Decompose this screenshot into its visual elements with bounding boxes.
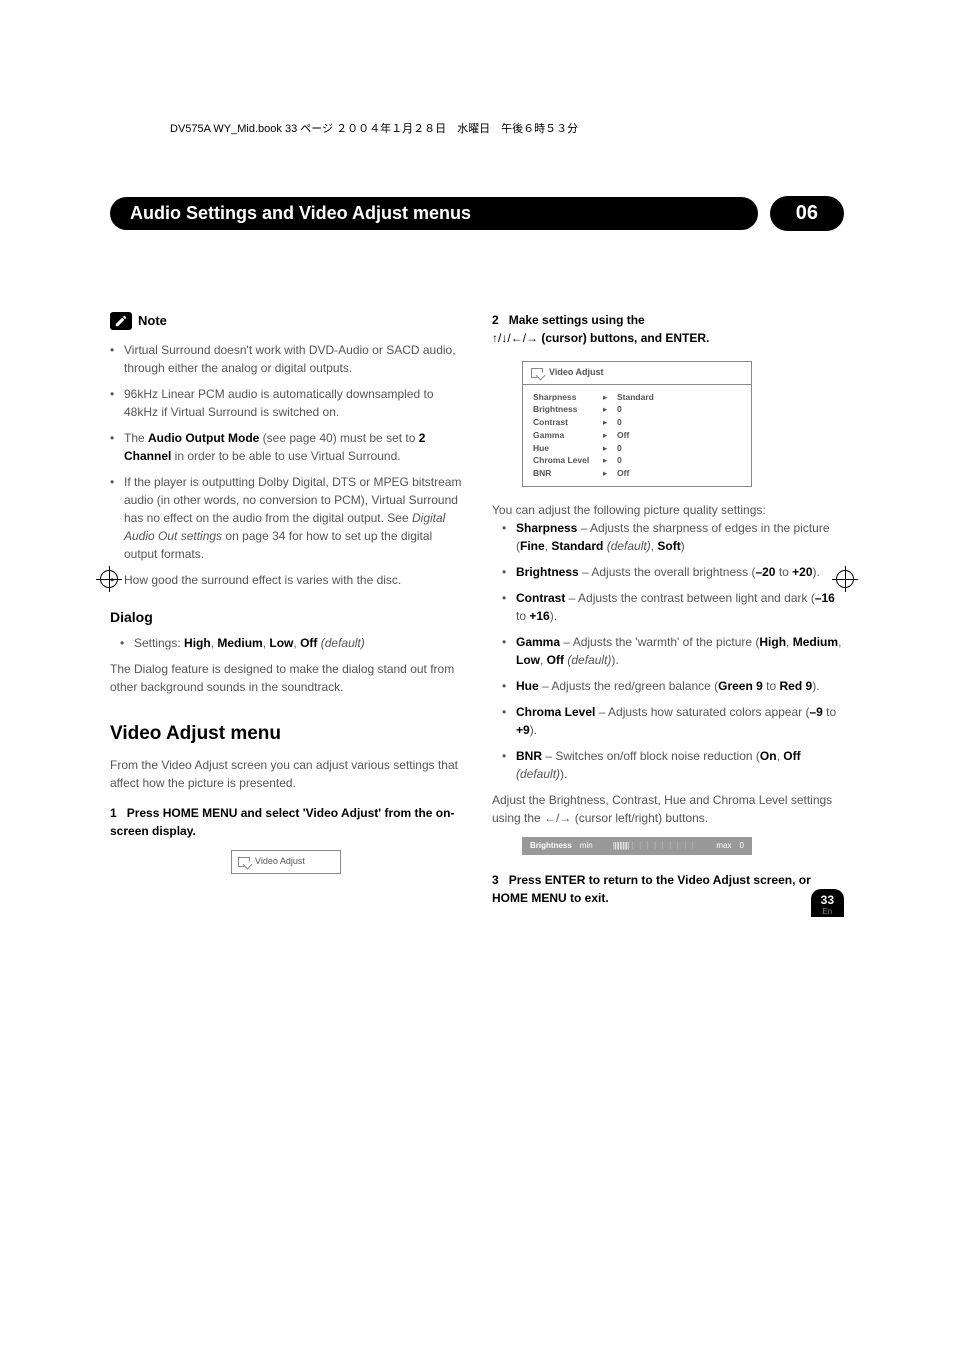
note-list: Virtual Surround doesn't work with DVD-A… (110, 341, 462, 589)
dialog-body: The Dialog feature is designed to make t… (110, 660, 462, 696)
quality-list: Sharpness – Adjusts the sharpness of edg… (502, 519, 844, 783)
list-item: Sharpness – Adjusts the sharpness of edg… (502, 519, 844, 555)
table-row: Contrast▸0 (533, 416, 741, 429)
video-adjust-menu-item: Video Adjust (231, 850, 341, 874)
registration-mark-icon (836, 570, 854, 588)
list-item: 96kHz Linear PCM audio is automatically … (110, 385, 462, 421)
page-number: 33 En (811, 889, 844, 917)
quality-intro: You can adjust the following picture qua… (492, 501, 844, 519)
menu-label: Video Adjust (255, 855, 305, 869)
table-row: Brightness▸0 (533, 403, 741, 416)
list-item: How good the surround effect is varies w… (110, 571, 462, 589)
vam-intro: From the Video Adjust screen you can adj… (110, 756, 462, 792)
list-item: Gamma – Adjusts the 'warmth' of the pict… (502, 633, 844, 669)
note-header: Note (110, 311, 462, 331)
registration-mark-icon (100, 570, 118, 588)
list-item: The Audio Output Mode (see page 40) must… (110, 429, 462, 465)
chapter-number: 06 (770, 196, 844, 231)
dialog-heading: Dialog (110, 607, 462, 628)
step-3: 3 Press ENTER to return to the Video Adj… (492, 871, 844, 907)
table-row: Gamma▸Off (533, 429, 741, 442)
table-row: BNR▸Off (533, 467, 741, 480)
table-row: Hue▸0 (533, 442, 741, 455)
table-row: Chroma Level▸0 (533, 454, 741, 467)
right-column: 2 Make settings using the ↑/↓/←/→ (curso… (492, 311, 844, 917)
header-filename: DV575A WY_Mid.book 33 ページ ２００４年１月２８日 水曜日… (170, 120, 844, 136)
brightness-slider: Brightness min ||||||||||｜｜｜｜｜｜｜｜｜ max 0 (522, 837, 752, 855)
title-bar: Audio Settings and Video Adjust menus 06 (110, 196, 844, 231)
page-title: Audio Settings and Video Adjust menus (110, 197, 758, 230)
list-item: Hue – Adjusts the red/green balance (Gre… (502, 677, 844, 695)
video-adjust-panel: Video Adjust Sharpness▸Standard Brightne… (522, 361, 752, 487)
list-item: Brightness – Adjusts the overall brightn… (502, 563, 844, 581)
video-adjust-heading: Video Adjust menu (110, 720, 462, 749)
menu-icon (531, 368, 543, 378)
list-item: If the player is outputting Dolby Digita… (110, 473, 462, 563)
step-1: 1 Press HOME MENU and select 'Video Adju… (110, 804, 462, 840)
menu-icon (238, 857, 250, 867)
left-column: Note Virtual Surround doesn't work with … (110, 311, 462, 917)
step-2: 2 Make settings using the ↑/↓/←/→ (curso… (492, 311, 844, 347)
list-item: Chroma Level – Adjusts how saturated col… (502, 703, 844, 739)
list-item: Virtual Surround doesn't work with DVD-A… (110, 341, 462, 377)
list-item: BNR – Switches on/off block noise reduct… (502, 747, 844, 783)
dialog-settings: Settings: High, Medium, Low, Off (defaul… (120, 634, 462, 652)
va-panel-header: Video Adjust (523, 362, 751, 385)
list-item: Settings: High, Medium, Low, Off (defaul… (120, 634, 462, 652)
note-title: Note (138, 311, 167, 331)
adjust-instruction: Adjust the Brightness, Contrast, Hue and… (492, 791, 844, 827)
list-item: Contrast – Adjusts the contrast between … (502, 589, 844, 625)
pencil-icon (110, 312, 132, 330)
slider-track-icon: ||||||||||｜｜｜｜｜｜｜｜｜ (601, 840, 709, 852)
table-row: Sharpness▸Standard (533, 391, 741, 404)
